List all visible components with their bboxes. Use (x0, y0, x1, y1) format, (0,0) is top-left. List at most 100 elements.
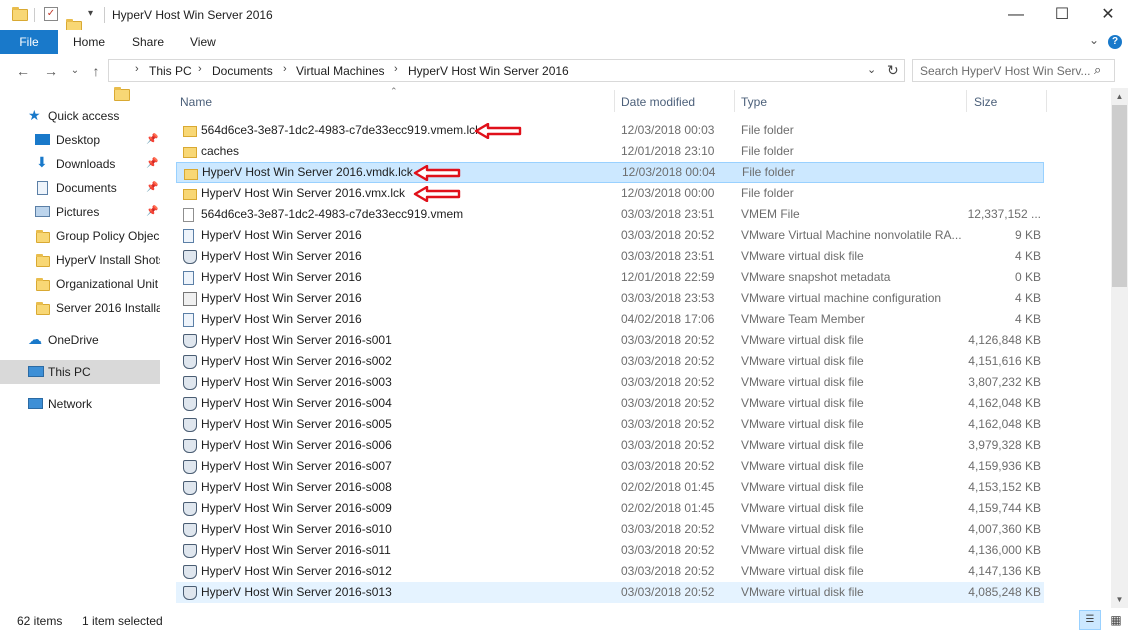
nav-onedrive[interactable]: ☁ OneDrive (0, 328, 160, 352)
table-row[interactable]: HyperV Host Win Server 2016-s003 03/03/20… (176, 372, 1044, 393)
table-row[interactable]: HyperV Host Win Server 2016-s012 03/03/20… (176, 561, 1044, 582)
virtual-disk-icon (183, 418, 197, 432)
address-dropdown-icon[interactable]: ⌄ (867, 63, 876, 76)
table-row[interactable]: HyperV Host Win Server 2016-s010 03/03/20… (176, 519, 1044, 540)
table-row[interactable]: HyperV Host Win Server 2016-s011 03/03/20… (176, 540, 1044, 561)
pin-icon[interactable]: 📌 (146, 176, 158, 200)
table-row[interactable]: 564d6ce3-3e87-1dc2-4983-c7de33ecc919.vme… (176, 204, 1044, 225)
pin-icon[interactable]: 📌 (146, 200, 158, 224)
nav-pictures[interactable]: Pictures 📌 (0, 200, 160, 224)
tab-view[interactable]: View (190, 30, 216, 54)
file-type: File folder (742, 165, 795, 179)
table-row[interactable]: HyperV Host Win Server 2016 03/03/2018 23… (176, 246, 1044, 267)
scroll-up-icon[interactable]: ▲ (1111, 88, 1128, 105)
file-size: 4,126,848 KB (968, 333, 1041, 347)
nav-group-policy-objects[interactable]: Group Policy Objec (0, 224, 160, 248)
pin-icon[interactable]: 📌 (146, 128, 158, 152)
table-row[interactable]: HyperV Host Win Server 2016 03/03/2018 23… (176, 288, 1044, 309)
scrollbar-thumb[interactable] (1112, 105, 1127, 287)
close-button[interactable]: ✕ (1085, 0, 1131, 30)
nav-hyperv-install-shots[interactable]: HyperV Install Shots (0, 248, 160, 272)
column-divider[interactable] (1046, 90, 1047, 112)
table-row[interactable]: HyperV Host Win Server 2016-s005 03/03/20… (176, 414, 1044, 435)
breadcrumb-documents[interactable]: Documents (212, 64, 273, 78)
table-row[interactable]: 564d6ce3-3e87-1dc2-4983-c7de33ecc919.vme… (176, 120, 1044, 141)
column-header-date[interactable]: Date modified (621, 95, 695, 109)
table-row[interactable]: HyperV Host Win Server 2016-s006 03/03/20… (176, 435, 1044, 456)
help-icon[interactable]: ? (1108, 35, 1122, 49)
nav-quick-access[interactable]: ★ Quick access (0, 104, 160, 128)
file-date: 03/03/2018 23:51 (621, 207, 715, 221)
nav-network[interactable]: Network (0, 392, 160, 416)
file-date: 03/03/2018 20:52 (621, 333, 715, 347)
tab-share[interactable]: Share (132, 30, 164, 54)
column-divider[interactable] (614, 90, 615, 112)
tab-file[interactable]: File (0, 30, 58, 54)
breadcrumb-virtual-machines[interactable]: Virtual Machines (296, 64, 385, 78)
table-row[interactable]: caches 12/01/2018 23:10 File folder (176, 141, 1044, 162)
search-input[interactable]: Search HyperV Host Win Serv... (920, 64, 1090, 78)
table-row[interactable]: HyperV Host Win Server 2016-s007 03/03/20… (176, 456, 1044, 477)
column-divider[interactable] (966, 90, 967, 112)
file-type: VMware snapshot metadata (741, 270, 891, 284)
file-name: HyperV Host Win Server 2016-s005 (201, 417, 392, 431)
table-row[interactable]: HyperV Host Win Server 2016-s002 03/03/20… (176, 351, 1044, 372)
virtual-disk-icon (183, 544, 197, 558)
nav-server-2016-installation[interactable]: Server 2016 Installat (0, 296, 160, 320)
nav-desktop[interactable]: Desktop 📌 (0, 128, 160, 152)
nav-downloads[interactable]: ⬇ Downloads 📌 (0, 152, 160, 176)
column-header-name[interactable]: Name (180, 95, 212, 109)
table-row[interactable]: HyperV Host Win Server 2016-s009 02/02/20… (176, 498, 1044, 519)
chevron-right-icon[interactable]: › (283, 63, 287, 75)
file-date: 12/03/2018 00:03 (621, 123, 715, 137)
file-date: 03/03/2018 20:52 (621, 543, 715, 557)
table-row[interactable]: HyperV Host Win Server 2016 12/01/2018 22… (176, 267, 1044, 288)
chevron-right-icon[interactable]: › (135, 63, 139, 75)
file-size: 4,151,616 KB (968, 354, 1041, 368)
tab-home[interactable]: Home (73, 30, 105, 54)
properties-icon[interactable]: ✓ (44, 7, 58, 21)
chevron-right-icon[interactable]: › (198, 63, 202, 75)
chevron-right-icon[interactable]: › (394, 63, 398, 75)
breadcrumb-this-pc[interactable]: This PC (149, 64, 192, 78)
details-view-icon[interactable]: ☰ (1079, 610, 1101, 630)
up-button[interactable]: ↑ (85, 60, 107, 82)
maximize-button[interactable]: ☐ (1039, 0, 1085, 30)
file-type: VMware virtual disk file (741, 585, 864, 599)
pin-icon[interactable]: 📌 (146, 152, 158, 176)
file-date: 12/03/2018 00:00 (621, 186, 715, 200)
nav-documents[interactable]: Documents 📌 (0, 176, 160, 200)
status-bar (0, 608, 1131, 637)
column-divider[interactable] (734, 90, 735, 112)
nav-organizational-unit[interactable]: Organizational Unit (0, 272, 160, 296)
table-row[interactable]: HyperV Host Win Server 2016-s004 03/03/20… (176, 393, 1044, 414)
file-name: HyperV Host Win Server 2016 (201, 228, 362, 242)
file-size: 4,136,000 KB (968, 543, 1041, 557)
column-header-size[interactable]: Size (974, 95, 997, 109)
table-row[interactable]: HyperV Host Win Server 2016-s008 02/02/20… (176, 477, 1044, 498)
table-row[interactable]: HyperV Host Win Server 2016 04/02/2018 17… (176, 309, 1044, 330)
scroll-down-icon[interactable]: ▼ (1111, 591, 1128, 608)
table-row[interactable]: HyperV Host Win Server 2016.vmx.lck 12/03… (176, 183, 1044, 204)
back-button[interactable]: ← (12, 60, 34, 82)
breadcrumb-current-folder[interactable]: HyperV Host Win Server 2016 (408, 64, 569, 78)
selection-count: 1 item selected (82, 614, 163, 628)
table-row[interactable]: HyperV Host Win Server 2016 03/03/2018 20… (176, 225, 1044, 246)
expand-ribbon-icon[interactable]: ⌄ (1089, 33, 1099, 47)
nav-this-pc[interactable]: This PC (0, 360, 160, 384)
customize-quick-access-icon[interactable]: ▾ (88, 8, 93, 19)
minimize-button[interactable]: — (993, 0, 1039, 30)
large-icons-view-icon[interactable]: ▦ (1105, 610, 1127, 630)
forward-button[interactable]: → (40, 60, 62, 82)
column-header-type[interactable]: Type (741, 95, 767, 109)
table-row[interactable]: HyperV Host Win Server 2016.vmdk.lck 12/0… (176, 162, 1044, 183)
file-name: HyperV Host Win Server 2016-s011 (201, 543, 391, 557)
search-icon[interactable]: ⌕ (1094, 62, 1101, 78)
refresh-icon[interactable]: ↻ (887, 62, 899, 79)
nav-label: Network (48, 397, 93, 411)
file-name: HyperV Host Win Server 2016 (201, 291, 362, 305)
table-row[interactable]: HyperV Host Win Server 2016-s013 03/03/20… (176, 582, 1044, 603)
recent-locations-icon[interactable]: ⌄ (64, 60, 86, 82)
table-row[interactable]: HyperV Host Win Server 2016-s001 03/03/20… (176, 330, 1044, 351)
file-size: 12,337,152 ... (967, 207, 1041, 221)
